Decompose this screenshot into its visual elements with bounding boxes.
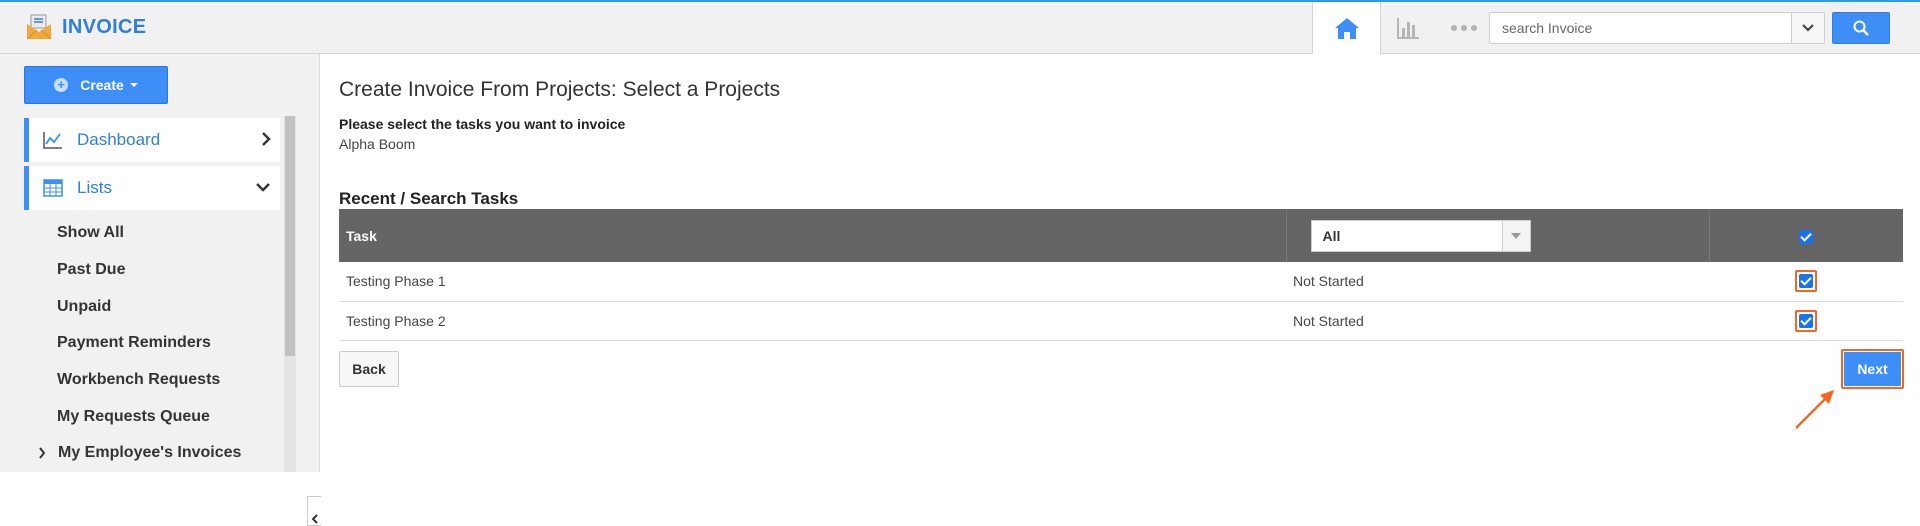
dot-icon [1460, 25, 1467, 31]
page-title: Create Invoice From Projects: Select a P… [339, 78, 781, 101]
task-status: Not Started [1286, 301, 1709, 341]
row-checkbox[interactable] [1799, 313, 1813, 328]
sidebar-collapse-handle[interactable] [307, 496, 321, 526]
dot-icon [1450, 25, 1457, 31]
select-all-checkbox[interactable] [1799, 229, 1814, 244]
caret-down-icon [1511, 232, 1521, 239]
sidebar-subitem-my-requests-queue[interactable]: My Requests Queue [57, 408, 210, 426]
sidebar-subitem-label: My Employee's Invoices [58, 444, 242, 461]
create-label: Create [80, 77, 124, 93]
sidebar-subitem-show-all[interactable]: Show All [57, 224, 124, 242]
invoice-logo-icon [26, 14, 52, 40]
line-chart-icon [43, 130, 63, 150]
column-header-task: Task [339, 209, 1287, 262]
row-checkbox[interactable] [1799, 274, 1813, 289]
next-button[interactable]: Next [1844, 352, 1901, 386]
chevron-right-icon [262, 132, 271, 146]
select-arrow [1501, 220, 1530, 251]
search-dropdown-button[interactable] [1791, 13, 1824, 43]
annotation-arrow-icon [1795, 390, 1834, 429]
home-icon [1334, 18, 1359, 39]
sidebar-item-label: Dashboard [77, 130, 161, 149]
app-brand[interactable]: INVOICE [26, 12, 146, 42]
checkbox-highlight [1795, 270, 1817, 293]
column-header-status: All [1286, 209, 1710, 262]
main-content: Create Invoice From Projects: Select a P… [320, 54, 1920, 472]
sidebar: + Create Dashboard Lists Show All Past D… [0, 54, 321, 526]
create-button[interactable]: + Create [24, 66, 168, 104]
section-title: Recent / Search Tasks [339, 189, 519, 208]
search-button[interactable] [1832, 12, 1890, 44]
dot-icon [1470, 25, 1477, 31]
sidebar-subitem-employees-invoices[interactable]: My Employee's Invoices [38, 444, 241, 462]
task-name: Testing Phase 1 [339, 262, 1286, 302]
task-name: Testing Phase 2 [339, 301, 1286, 341]
instructions-text: Please select the tasks you want to invo… [339, 116, 626, 132]
chevron-down-icon [256, 183, 270, 192]
task-status: Not Started [1286, 262, 1709, 302]
chevron-down-icon [1802, 24, 1814, 32]
sidebar-subitem-past-due[interactable]: Past Due [57, 261, 125, 279]
status-filter-value: All [1322, 227, 1341, 244]
sidebar-subitem-unpaid[interactable]: Unpaid [57, 298, 111, 316]
table-row[interactable]: Testing Phase 2 Not Started [339, 301, 1903, 341]
sidebar-scrollbar-thumb[interactable] [285, 116, 295, 356]
sidebar-subitem-workbench-requests[interactable]: Workbench Requests [57, 371, 220, 389]
back-button[interactable]: Back [339, 351, 399, 387]
sidebar-item-lists[interactable]: Lists [24, 166, 280, 210]
chevron-right-icon [39, 447, 46, 459]
bar-chart-icon [1396, 18, 1419, 39]
tasks-table: Task All Testing Phase 1 Not Started Tes… [339, 209, 1903, 341]
search-input[interactable] [1490, 13, 1792, 43]
column-header-select-all [1709, 209, 1903, 262]
sidebar-item-dashboard[interactable]: Dashboard [24, 118, 280, 162]
search-box [1489, 12, 1825, 44]
home-button[interactable] [1312, 2, 1381, 54]
row-checkbox-cell [1709, 301, 1903, 341]
app-title: INVOICE [62, 15, 147, 38]
status-filter-select[interactable]: All [1310, 219, 1531, 252]
row-checkbox-cell [1709, 262, 1903, 302]
plus-icon: + [54, 78, 69, 92]
table-row[interactable]: Testing Phase 1 Not Started [339, 262, 1903, 302]
sidebar-subitem-payment-reminders[interactable]: Payment Reminders [57, 334, 211, 352]
chevron-left-icon [311, 514, 318, 524]
caret-down-icon [129, 83, 138, 87]
analytics-button[interactable] [1380, 2, 1435, 54]
table-grid-icon [43, 178, 63, 198]
more-options-button[interactable] [1436, 2, 1491, 54]
next-button-highlight: Next [1841, 349, 1904, 389]
top-bar: INVOICE [0, 0, 1920, 54]
table-header-row: Task All [339, 209, 1903, 262]
project-name: Alpha Boom [339, 136, 416, 152]
checkbox-highlight [1795, 309, 1817, 332]
sidebar-item-label: Lists [77, 178, 112, 197]
search-icon [1853, 20, 1869, 36]
